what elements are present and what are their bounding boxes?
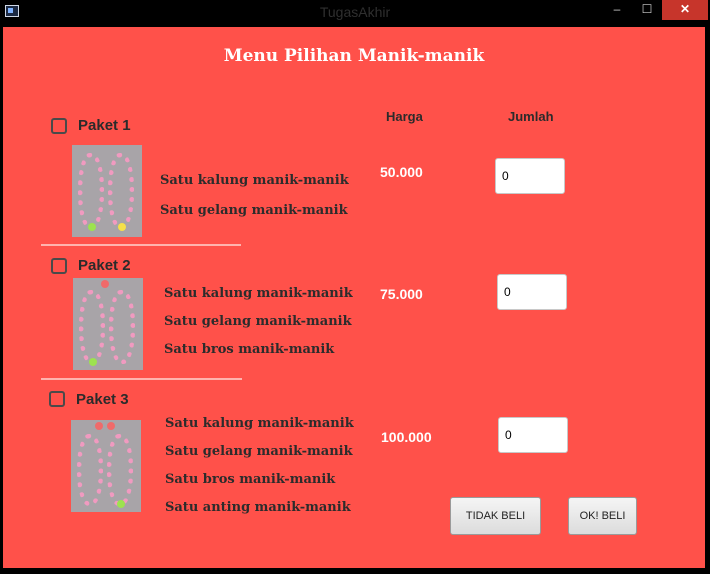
page-title: Menu Pilihan Manik-manik (223, 46, 485, 66)
paket-2-checkbox[interactable] (51, 258, 67, 274)
paket-1-quantity-input[interactable] (495, 158, 565, 194)
paket-3-label: Paket 3 (76, 391, 129, 408)
paket-2-price: 75.000 (380, 286, 423, 302)
harga-column-header: Harga (386, 109, 423, 124)
paket-3-quantity-input[interactable] (498, 417, 568, 453)
paket-1-item: Satu gelang manik-manik (160, 203, 348, 218)
paket-1-item: Satu kalung manik-manik (160, 173, 349, 188)
paket-1-label: Paket 1 (78, 117, 131, 134)
paket-3-item: Satu bros manik-manik (165, 472, 336, 487)
paket-2-item: Satu gelang manik-manik (164, 314, 352, 329)
paket-2-item: Satu bros manik-manik (164, 342, 335, 357)
jumlah-column-header: Jumlah (508, 109, 554, 124)
paket-1-price: 50.000 (380, 164, 423, 180)
paket-2-image (73, 278, 143, 370)
ok-buy-button[interactable]: OK! BELI (568, 497, 637, 535)
paket-3-item: Satu kalung manik-manik (165, 416, 354, 431)
paket-3-item: Satu anting manik-manik (165, 500, 351, 515)
paket-3-price: 100.000 (381, 429, 432, 445)
cancel-button[interactable]: TIDAK BELI (450, 497, 541, 535)
maximize-button[interactable]: ☐ (634, 0, 660, 20)
divider (41, 378, 242, 380)
paket-2-quantity-input[interactable] (497, 274, 567, 310)
paket-2-item: Satu kalung manik-manik (164, 286, 353, 301)
paket-1-image (72, 145, 142, 237)
title-bar: TugasAkhir – ☐ ✕ (0, 0, 710, 26)
paket-2-label: Paket 2 (78, 257, 131, 274)
paket-3-image (71, 420, 141, 512)
paket-3-checkbox[interactable] (49, 391, 65, 407)
main-panel: Menu Pilihan Manik-manik Harga Jumlah Pa… (3, 27, 705, 568)
minimize-button[interactable]: – (604, 0, 630, 20)
divider (41, 244, 241, 246)
paket-3-item: Satu gelang manik-manik (165, 444, 353, 459)
close-button[interactable]: ✕ (662, 0, 708, 20)
paket-1-checkbox[interactable] (51, 118, 67, 134)
